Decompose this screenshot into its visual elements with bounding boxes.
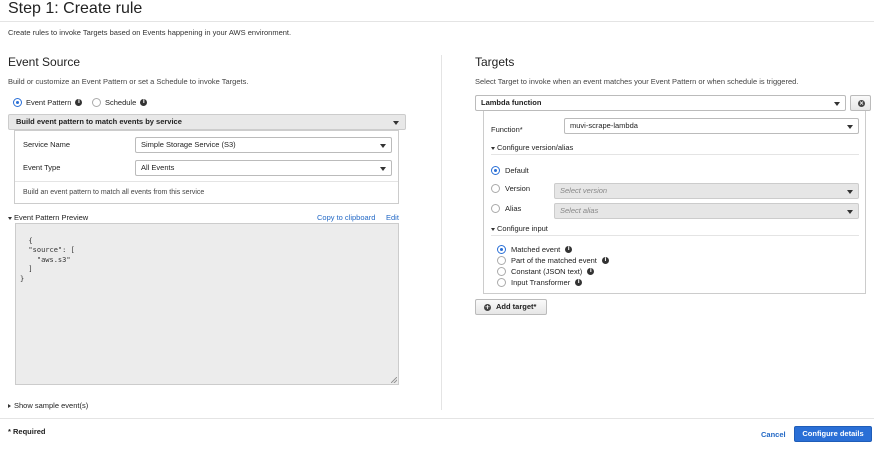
target-config-panel: Function* muvi-scrape-lambda Configure v…	[483, 111, 866, 294]
radio-default-label: Default	[505, 166, 529, 175]
configure-version-label: Configure version/alias	[497, 143, 574, 152]
radio-default[interactable]: Default	[491, 166, 529, 175]
info-icon[interactable]: i	[565, 246, 573, 253]
radio-unselected-icon	[497, 256, 506, 265]
radio-part-matched-event[interactable]: Part of the matched event i	[497, 256, 609, 265]
pattern-builder-label: Build event pattern to match events by s…	[16, 117, 182, 126]
configure-version-toggle[interactable]: Configure version/alias	[491, 143, 573, 152]
page-subtitle: Create rules to invoke Targets based on …	[8, 28, 292, 37]
add-target-label: Add target*	[496, 302, 537, 311]
function-value: muvi-scrape-lambda	[570, 121, 638, 130]
caret-down-icon	[491, 227, 495, 231]
cancel-button[interactable]: Cancel	[761, 430, 786, 439]
radio-alias-label: Alias	[505, 204, 522, 213]
info-icon[interactable]: i	[587, 268, 595, 275]
radio-schedule-label: Schedule	[105, 98, 137, 107]
show-sample-events-toggle[interactable]: Show sample event(s)	[8, 401, 88, 410]
required-note: * Required	[8, 427, 46, 436]
version-select[interactable]: Select version	[554, 183, 859, 199]
target-type-value: Lambda function	[481, 98, 542, 107]
event-pattern-preview[interactable]: { "source": [ "aws.s3" ] }	[15, 223, 399, 385]
radio-unselected-icon	[497, 278, 506, 287]
pattern-builder-panel: Service Name Simple Storage Service (S3)…	[14, 130, 399, 204]
radio-input-transformer[interactable]: Input Transformer i	[497, 278, 583, 287]
configure-input-label: Configure input	[497, 224, 548, 233]
function-select[interactable]: muvi-scrape-lambda	[564, 118, 859, 134]
plus-icon: +	[484, 302, 491, 311]
service-name-value: Simple Storage Service (S3)	[141, 140, 236, 149]
resize-handle-icon[interactable]	[391, 377, 397, 383]
configure-input-toggle[interactable]: Configure input	[491, 224, 548, 233]
chevron-down-icon	[393, 121, 399, 125]
caret-down-icon	[8, 216, 12, 220]
alias-placeholder: Select alias	[560, 206, 599, 215]
event-source-heading: Event Source	[8, 55, 81, 69]
configure-details-button[interactable]: Configure details	[794, 426, 872, 442]
input-option-label: Part of the matched event	[511, 256, 597, 265]
caret-right-icon	[8, 404, 11, 409]
info-icon[interactable]: i	[575, 279, 583, 286]
input-option-label: Matched event	[511, 245, 561, 254]
add-target-button[interactable]: + Add target*	[475, 299, 547, 315]
pattern-builder-dropdown[interactable]: Build event pattern to match events by s…	[8, 114, 406, 130]
radio-unselected-icon	[491, 204, 500, 213]
event-type-label: Event Type	[23, 163, 61, 172]
info-icon[interactable]: i	[601, 257, 609, 264]
info-icon[interactable]: i	[75, 99, 83, 106]
radio-selected-icon	[13, 98, 22, 107]
event-pattern-preview-label: Event Pattern Preview	[14, 213, 89, 222]
header-divider	[0, 21, 874, 22]
chevron-down-icon	[380, 167, 386, 171]
chevron-down-icon	[847, 125, 853, 129]
alias-select[interactable]: Select alias	[554, 203, 859, 219]
caret-down-icon	[491, 146, 495, 150]
input-option-label: Input Transformer	[511, 278, 571, 287]
event-pattern-code: { "source": [ "aws.s3" ] }	[20, 236, 75, 283]
radio-event-pattern[interactable]: Event Pattern i	[13, 98, 83, 107]
chevron-down-icon	[847, 210, 853, 214]
section-divider	[491, 154, 859, 155]
event-pattern-preview-toggle[interactable]: Event Pattern Preview	[8, 213, 88, 222]
radio-unselected-icon	[92, 98, 101, 107]
panel-divider	[15, 181, 398, 182]
service-name-label: Service Name	[23, 140, 71, 149]
event-type-select[interactable]: All Events	[135, 160, 392, 176]
radio-selected-icon	[491, 166, 500, 175]
radio-constant-json[interactable]: Constant (JSON text) i	[497, 267, 595, 276]
footer-divider	[0, 418, 874, 419]
radio-alias[interactable]: Alias	[491, 204, 521, 213]
radio-version-label: Version	[505, 184, 531, 193]
match-note: Build an event pattern to match all even…	[23, 189, 205, 196]
chevron-down-icon	[847, 190, 853, 194]
chevron-down-icon	[380, 144, 386, 148]
radio-unselected-icon	[497, 267, 506, 276]
radio-version[interactable]: Version	[491, 184, 530, 193]
service-name-select[interactable]: Simple Storage Service (S3)	[135, 137, 392, 153]
radio-schedule[interactable]: Schedule i	[92, 98, 148, 107]
chevron-down-icon	[834, 102, 840, 106]
remove-target-button[interactable]: ×	[850, 95, 871, 111]
edit-link[interactable]: Edit	[386, 213, 399, 222]
event-source-description: Build or customize an Event Pattern or s…	[8, 77, 249, 86]
radio-unselected-icon	[491, 184, 500, 193]
radio-selected-icon	[497, 245, 506, 254]
radio-matched-event[interactable]: Matched event i	[497, 245, 573, 254]
event-type-value: All Events	[141, 163, 175, 172]
page-title: Step 1: Create rule	[8, 0, 143, 17]
show-sample-events-label: Show sample event(s)	[14, 401, 89, 410]
copy-to-clipboard-link[interactable]: Copy to clipboard	[317, 213, 375, 222]
radio-event-pattern-label: Event Pattern	[26, 98, 72, 107]
close-icon: ×	[858, 100, 865, 107]
info-icon[interactable]: i	[140, 99, 148, 106]
input-option-label: Constant (JSON text)	[511, 267, 583, 276]
column-divider	[441, 55, 442, 410]
version-placeholder: Select version	[560, 186, 608, 195]
function-label: Function*	[491, 125, 523, 134]
target-type-select[interactable]: Lambda function	[475, 95, 846, 111]
targets-description: Select Target to invoke when an event ma…	[475, 77, 799, 86]
section-divider	[491, 235, 859, 236]
targets-heading: Targets	[475, 55, 515, 69]
